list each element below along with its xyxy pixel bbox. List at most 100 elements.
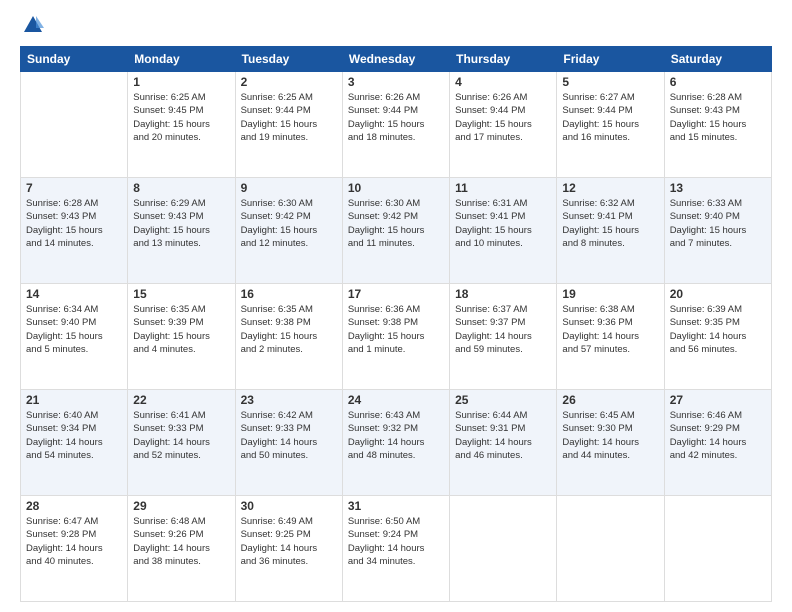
day-number: 7 — [26, 181, 122, 195]
calendar-cell — [450, 496, 557, 602]
day-info: Sunrise: 6:34 AM Sunset: 9:40 PM Dayligh… — [26, 303, 122, 356]
day-number: 20 — [670, 287, 766, 301]
day-number: 6 — [670, 75, 766, 89]
day-info: Sunrise: 6:30 AM Sunset: 9:42 PM Dayligh… — [241, 197, 337, 250]
day-info: Sunrise: 6:32 AM Sunset: 9:41 PM Dayligh… — [562, 197, 658, 250]
day-info: Sunrise: 6:25 AM Sunset: 9:45 PM Dayligh… — [133, 91, 229, 144]
day-number: 14 — [26, 287, 122, 301]
day-number: 25 — [455, 393, 551, 407]
day-number: 13 — [670, 181, 766, 195]
day-number: 11 — [455, 181, 551, 195]
col-header-thursday: Thursday — [450, 47, 557, 72]
calendar-cell — [21, 72, 128, 178]
day-info: Sunrise: 6:37 AM Sunset: 9:37 PM Dayligh… — [455, 303, 551, 356]
calendar-cell: 2 Sunrise: 6:25 AM Sunset: 9:44 PM Daylig… — [235, 72, 342, 178]
day-number: 19 — [562, 287, 658, 301]
calendar-cell: 22 Sunrise: 6:41 AM Sunset: 9:33 PM Dayli… — [128, 390, 235, 496]
col-header-friday: Friday — [557, 47, 664, 72]
calendar-cell: 12 Sunrise: 6:32 AM Sunset: 9:41 PM Dayli… — [557, 178, 664, 284]
calendar-cell — [557, 496, 664, 602]
calendar-cell: 24Sunrise: 6:43 AM Sunset: 9:32 PM Dayli… — [342, 390, 449, 496]
calendar-cell: 1 Sunrise: 6:25 AM Sunset: 9:45 PM Daylig… — [128, 72, 235, 178]
day-number: 9 — [241, 181, 337, 195]
calendar-cell: 4 Sunrise: 6:26 AM Sunset: 9:44 PM Daylig… — [450, 72, 557, 178]
calendar-cell: 7 Sunrise: 6:28 AM Sunset: 9:43 PM Daylig… — [21, 178, 128, 284]
day-info: Sunrise: 6:38 AM Sunset: 9:36 PM Dayligh… — [562, 303, 658, 356]
calendar-cell: 29 Sunrise: 6:48 AM Sunset: 9:26 PM Dayli… — [128, 496, 235, 602]
day-info: Sunrise: 6:35 AM Sunset: 9:39 PM Dayligh… — [133, 303, 229, 356]
calendar-cell: 19 Sunrise: 6:38 AM Sunset: 9:36 PM Dayli… — [557, 284, 664, 390]
calendar-cell: 23Sunrise: 6:42 AM Sunset: 9:33 PM Dayli… — [235, 390, 342, 496]
calendar-cell: 26Sunrise: 6:45 AM Sunset: 9:30 PM Dayli… — [557, 390, 664, 496]
calendar-cell: 18 Sunrise: 6:37 AM Sunset: 9:37 PM Dayli… — [450, 284, 557, 390]
calendar-cell: 20 Sunrise: 6:39 AM Sunset: 9:35 PM Dayli… — [664, 284, 771, 390]
day-number: 21 — [26, 393, 122, 407]
day-info: Sunrise: 6:39 AM Sunset: 9:35 PM Dayligh… — [670, 303, 766, 356]
day-info: Sunrise: 6:26 AM Sunset: 9:44 PM Dayligh… — [455, 91, 551, 144]
day-number: 22 — [133, 393, 229, 407]
day-number: 28 — [26, 499, 122, 513]
day-number: 2 — [241, 75, 337, 89]
calendar-cell: 31 Sunrise: 6:50 AM Sunset: 9:24 PM Dayli… — [342, 496, 449, 602]
day-number: 17 — [348, 287, 444, 301]
day-info: Sunrise: 6:44 AM Sunset: 9:31 PM Dayligh… — [455, 409, 551, 462]
day-info: Sunrise: 6:46 AM Sunset: 9:29 PM Dayligh… — [670, 409, 766, 462]
calendar-cell: 30 Sunrise: 6:49 AM Sunset: 9:25 PM Dayli… — [235, 496, 342, 602]
calendar-cell: 21 Sunrise: 6:40 AM Sunset: 9:34 PM Dayli… — [21, 390, 128, 496]
day-number: 30 — [241, 499, 337, 513]
day-info: Sunrise: 6:47 AM Sunset: 9:28 PM Dayligh… — [26, 515, 122, 568]
calendar-cell: 8 Sunrise: 6:29 AM Sunset: 9:43 PM Daylig… — [128, 178, 235, 284]
col-header-monday: Monday — [128, 47, 235, 72]
day-number: 5 — [562, 75, 658, 89]
day-number: 31 — [348, 499, 444, 513]
day-info: Sunrise: 6:35 AM Sunset: 9:38 PM Dayligh… — [241, 303, 337, 356]
day-info: Sunrise: 6:31 AM Sunset: 9:41 PM Dayligh… — [455, 197, 551, 250]
day-info: Sunrise: 6:33 AM Sunset: 9:40 PM Dayligh… — [670, 197, 766, 250]
day-info: Sunrise: 6:26 AM Sunset: 9:44 PM Dayligh… — [348, 91, 444, 144]
day-number: 3 — [348, 75, 444, 89]
day-info: Sunrise: 6:27 AM Sunset: 9:44 PM Dayligh… — [562, 91, 658, 144]
calendar-cell: 9 Sunrise: 6:30 AM Sunset: 9:42 PM Daylig… — [235, 178, 342, 284]
day-info: Sunrise: 6:29 AM Sunset: 9:43 PM Dayligh… — [133, 197, 229, 250]
calendar-cell: 13 Sunrise: 6:33 AM Sunset: 9:40 PM Dayli… — [664, 178, 771, 284]
day-info: Sunrise: 6:28 AM Sunset: 9:43 PM Dayligh… — [670, 91, 766, 144]
day-info: Sunrise: 6:45 AM Sunset: 9:30 PM Dayligh… — [562, 409, 658, 462]
day-number: 23 — [241, 393, 337, 407]
day-info: Sunrise: 6:40 AM Sunset: 9:34 PM Dayligh… — [26, 409, 122, 462]
calendar-cell: 25 Sunrise: 6:44 AM Sunset: 9:31 PM Dayli… — [450, 390, 557, 496]
day-number: 10 — [348, 181, 444, 195]
calendar-cell: 15 Sunrise: 6:35 AM Sunset: 9:39 PM Dayli… — [128, 284, 235, 390]
calendar-cell: 17Sunrise: 6:36 AM Sunset: 9:38 PM Dayli… — [342, 284, 449, 390]
day-number: 29 — [133, 499, 229, 513]
day-info: Sunrise: 6:25 AM Sunset: 9:44 PM Dayligh… — [241, 91, 337, 144]
day-info: Sunrise: 6:30 AM Sunset: 9:42 PM Dayligh… — [348, 197, 444, 250]
day-info: Sunrise: 6:50 AM Sunset: 9:24 PM Dayligh… — [348, 515, 444, 568]
calendar-cell: 16Sunrise: 6:35 AM Sunset: 9:38 PM Dayli… — [235, 284, 342, 390]
col-header-saturday: Saturday — [664, 47, 771, 72]
col-header-wednesday: Wednesday — [342, 47, 449, 72]
calendar-cell — [664, 496, 771, 602]
day-info: Sunrise: 6:41 AM Sunset: 9:33 PM Dayligh… — [133, 409, 229, 462]
calendar-cell: 5 Sunrise: 6:27 AM Sunset: 9:44 PM Daylig… — [557, 72, 664, 178]
day-number: 27 — [670, 393, 766, 407]
calendar-cell: 14 Sunrise: 6:34 AM Sunset: 9:40 PM Dayli… — [21, 284, 128, 390]
col-header-sunday: Sunday — [21, 47, 128, 72]
day-number: 4 — [455, 75, 551, 89]
calendar-table: SundayMondayTuesdayWednesdayThursdayFrid… — [20, 46, 772, 602]
calendar-cell: 27 Sunrise: 6:46 AM Sunset: 9:29 PM Dayli… — [664, 390, 771, 496]
day-info: Sunrise: 6:49 AM Sunset: 9:25 PM Dayligh… — [241, 515, 337, 568]
day-info: Sunrise: 6:48 AM Sunset: 9:26 PM Dayligh… — [133, 515, 229, 568]
logo-icon — [22, 14, 44, 36]
day-number: 12 — [562, 181, 658, 195]
day-number: 15 — [133, 287, 229, 301]
calendar-cell: 11 Sunrise: 6:31 AM Sunset: 9:41 PM Dayli… — [450, 178, 557, 284]
day-number: 18 — [455, 287, 551, 301]
day-number: 24 — [348, 393, 444, 407]
calendar-cell: 3 Sunrise: 6:26 AM Sunset: 9:44 PM Daylig… — [342, 72, 449, 178]
calendar-cell: 6 Sunrise: 6:28 AM Sunset: 9:43 PM Daylig… — [664, 72, 771, 178]
day-info: Sunrise: 6:28 AM Sunset: 9:43 PM Dayligh… — [26, 197, 122, 250]
day-number: 8 — [133, 181, 229, 195]
calendar-cell: 28 Sunrise: 6:47 AM Sunset: 9:28 PM Dayli… — [21, 496, 128, 602]
calendar-cell: 10 Sunrise: 6:30 AM Sunset: 9:42 PM Dayli… — [342, 178, 449, 284]
day-number: 1 — [133, 75, 229, 89]
